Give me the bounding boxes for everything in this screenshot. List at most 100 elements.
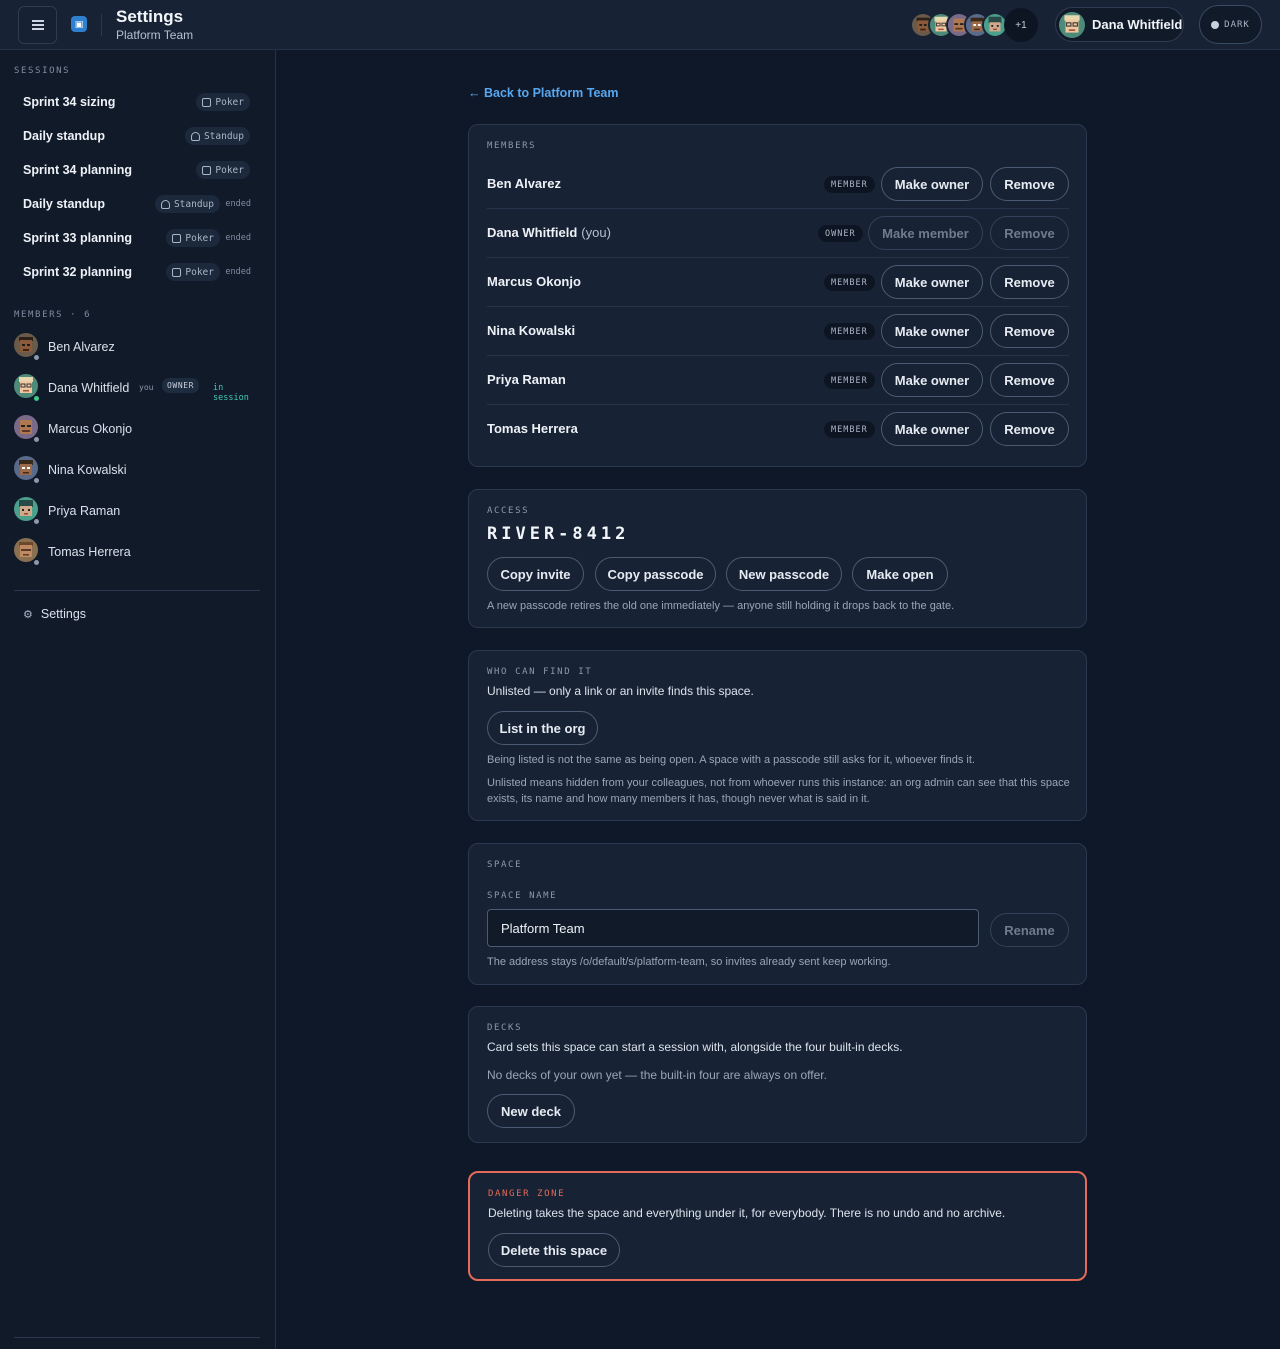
- card-heading: SPACE: [487, 860, 523, 870]
- sidebar-member[interactable]: Tomas Herrera: [14, 535, 264, 569]
- sidebar-item-settings[interactable]: ⚙ Settings: [23, 607, 86, 621]
- delete-space-button[interactable]: Delete this space: [488, 1233, 620, 1267]
- deck-chip: Poker: [166, 263, 220, 281]
- deck-name: Poker: [215, 96, 244, 108]
- sidebar-member[interactable]: Priya Raman: [14, 494, 264, 528]
- session-title: Sprint 33 planning: [23, 231, 133, 245]
- deck-name: Poker: [215, 164, 244, 176]
- member-name: Ben Alvarez: [487, 176, 561, 191]
- make-owner-button[interactable]: Make owner: [881, 363, 983, 397]
- visibility-status: Unlisted — only a link or an invite find…: [487, 684, 754, 698]
- theme-label: DARK: [1224, 19, 1250, 30]
- deck-name: Poker: [185, 232, 214, 244]
- copy-invite-button[interactable]: Copy invite: [487, 557, 584, 591]
- role-badge: MEMBER: [824, 323, 875, 340]
- top-bar: ▣ Settings Platform Team +1 Dana Whitfie…: [0, 0, 1280, 50]
- card-heading: ACCESS: [487, 506, 530, 516]
- deck-name: Standup: [173, 198, 214, 210]
- session-title: Sprint 34 sizing: [23, 95, 116, 109]
- rename-button[interactable]: Rename: [990, 913, 1069, 947]
- danger-description: Deleting takes the space and everything …: [488, 1206, 1006, 1220]
- deck-name: Poker: [185, 266, 214, 278]
- members-heading: MEMBERS · 6: [14, 310, 92, 320]
- session-title: Sprint 32 planning: [23, 265, 133, 279]
- list-in-org-button[interactable]: List in the org: [487, 711, 598, 745]
- card-heading: DANGER ZONE: [488, 1189, 566, 1199]
- presence-dot: [33, 518, 40, 525]
- member-name: Marcus Okonjo: [487, 274, 581, 289]
- theme-toggle-button[interactable]: DARK: [1199, 5, 1262, 44]
- you-indicator: (you): [581, 225, 611, 240]
- user-menu-button[interactable]: Dana Whitfield: [1055, 7, 1184, 42]
- member-name: Tomas Herrera: [487, 421, 578, 436]
- member-name: Marcus Okonjo: [48, 422, 133, 436]
- member-row: Marcus Okonjo MEMBER Make owner Remove: [487, 258, 1069, 307]
- deck-chip: Poker: [196, 161, 250, 179]
- cards-icon: [202, 165, 212, 175]
- remove-button[interactable]: Remove: [990, 363, 1069, 397]
- deck-chip: Standup: [184, 127, 250, 145]
- member-name: Priya Raman: [487, 372, 566, 387]
- card-heading: DECKS: [487, 1023, 523, 1033]
- deck-chip: Poker: [166, 229, 220, 247]
- cards-icon: [172, 233, 182, 243]
- presence-dot: [33, 436, 40, 443]
- sidebar: SESSIONS Sprint 34 sizing Poker Daily st…: [0, 50, 276, 1349]
- remove-button[interactable]: Remove: [990, 265, 1069, 299]
- passcode-value: RIVER-8412: [487, 524, 630, 544]
- sidebar-session[interactable]: Sprint 34 sizing Poker: [14, 87, 259, 117]
- remove-button[interactable]: Remove: [990, 216, 1069, 250]
- sidebar-session[interactable]: Daily standup Standup ended: [14, 189, 259, 219]
- new-deck-button[interactable]: New deck: [487, 1094, 575, 1128]
- make-member-button[interactable]: Make member: [868, 216, 983, 250]
- sidebar-member[interactable]: Ben Alvarez: [14, 330, 264, 364]
- remove-button[interactable]: Remove: [990, 412, 1069, 446]
- remove-button[interactable]: Remove: [990, 314, 1069, 348]
- make-owner-button[interactable]: Make owner: [881, 314, 983, 348]
- sidebar-member[interactable]: Dana Whitfield you OWNER in session: [14, 371, 264, 405]
- sidebar-session[interactable]: Sprint 34 planning Poker: [14, 155, 259, 185]
- session-status: ended: [225, 233, 251, 243]
- moon-icon: [1211, 20, 1220, 29]
- deck-chip: Standup: [154, 195, 220, 213]
- make-open-button[interactable]: Make open: [852, 557, 948, 591]
- member-row: Ben Alvarez MEMBER Make owner Remove: [487, 160, 1069, 209]
- member-name: Tomas Herrera: [48, 545, 131, 559]
- deck-chip: Poker: [196, 93, 250, 111]
- member-name: Nina Kowalski: [48, 463, 127, 477]
- session-title: Sprint 34 planning: [23, 163, 133, 177]
- role-badge: MEMBER: [824, 421, 875, 438]
- make-owner-button[interactable]: Make owner: [881, 412, 983, 446]
- space-name-input[interactable]: Platform Team: [487, 909, 979, 947]
- space-note: The address stays /o/default/s/platform-…: [487, 956, 891, 968]
- sidebar-session[interactable]: Sprint 33 planning Poker ended: [14, 223, 259, 253]
- sidebar-session[interactable]: Sprint 32 planning Poker ended: [14, 257, 259, 287]
- copy-passcode-button[interactable]: Copy passcode: [595, 557, 716, 591]
- access-note: A new passcode retires the old one immed…: [487, 600, 955, 612]
- divider: [14, 590, 260, 591]
- make-owner-button[interactable]: Make owner: [881, 167, 983, 201]
- presence-status: in session: [213, 383, 249, 403]
- remove-button[interactable]: Remove: [990, 167, 1069, 201]
- sidebar-item-label: Settings: [40, 607, 87, 621]
- people-icon: [160, 199, 170, 209]
- space-name-label: SPACE NAME: [487, 891, 558, 901]
- session-status: ended: [225, 267, 251, 277]
- access-card: ACCESS RIVER-8412 Copy invite Copy passc…: [468, 489, 1087, 628]
- owner-badge: OWNER: [162, 378, 200, 393]
- app-logo[interactable]: ▣: [71, 16, 87, 32]
- sidebar-member[interactable]: Marcus Okonjo: [14, 412, 264, 446]
- role-badge: MEMBER: [824, 176, 875, 193]
- make-owner-button[interactable]: Make owner: [881, 265, 983, 299]
- menu-button[interactable]: [18, 6, 57, 44]
- you-tag: you: [139, 383, 154, 392]
- presence-avatars[interactable]: +1: [910, 6, 1038, 44]
- new-passcode-button[interactable]: New passcode: [726, 557, 842, 591]
- presence-dot: [33, 354, 40, 361]
- sidebar-session[interactable]: Daily standup Standup: [14, 121, 259, 151]
- member-row: Nina Kowalski MEMBER Make owner Remove: [487, 307, 1069, 356]
- sidebar-member[interactable]: Nina Kowalski: [14, 453, 264, 487]
- back-link[interactable]: ← Back to Platform Team: [468, 86, 619, 100]
- gear-icon: ⚙: [23, 608, 33, 621]
- avatar: [1059, 12, 1085, 38]
